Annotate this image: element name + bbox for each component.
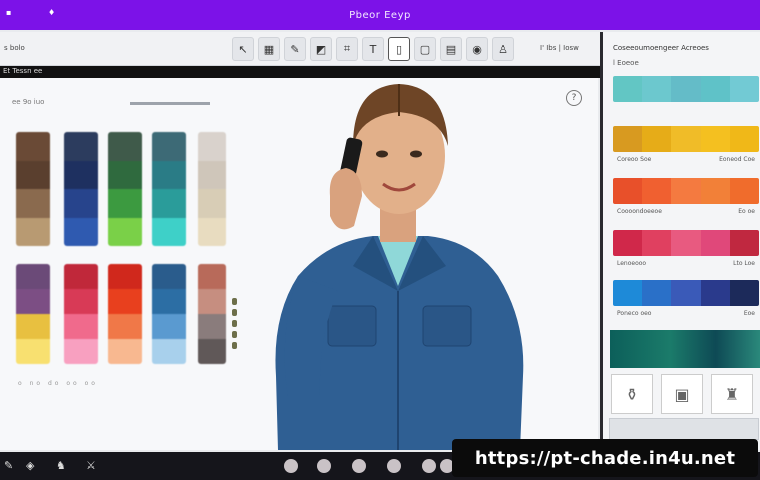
panel-header: Coseeoumoengeer Acreoes — [613, 44, 709, 52]
mini-swatch[interactable] — [232, 298, 237, 305]
toolbar-menu-text[interactable]: s bolo — [4, 44, 25, 52]
mini-swatch[interactable] — [232, 320, 237, 327]
crop-icon[interactable]: ⌗ — [336, 37, 358, 61]
color-swatch[interactable] — [64, 264, 98, 364]
shapes-icon[interactable]: ◈ — [26, 459, 34, 472]
palette-row[interactable] — [613, 76, 759, 102]
help-icon[interactable]: ? — [566, 90, 582, 106]
palette-label-left: Coreoo Soe — [617, 156, 652, 163]
window-pin-icon[interactable]: ♦ — [48, 9, 55, 17]
color-swatch[interactable] — [152, 132, 186, 246]
jar-icon[interactable]: ⚱ — [611, 374, 653, 414]
watermark-url: https://pt-chade.in4u.net — [452, 439, 758, 477]
canvas-header-text: ee 9o iuo — [12, 98, 45, 106]
panel-subheader: l Eoeoe — [613, 59, 639, 67]
rectangle-icon[interactable]: ▯ — [388, 37, 410, 61]
person-photo — [275, 84, 524, 450]
palette-label-left: Lenoeooo — [617, 260, 647, 267]
mini-swatch[interactable] — [232, 342, 237, 349]
palette-label-right: Lto Loe — [733, 260, 755, 267]
top-toolbar: s bolo ↖ ▦ ✎ ◩ ⌗ T ▯ ▢ ▤ ◉ ♙ I' Ibs | Io… — [0, 32, 600, 66]
document-tab-label[interactable]: Et Tessn ee — [3, 67, 42, 75]
palette-icon[interactable]: ◉ — [466, 37, 488, 61]
color-swatch[interactable] — [108, 264, 142, 364]
palette-label-right: Eoe — [743, 310, 755, 317]
text-icon[interactable]: T — [362, 37, 384, 61]
mini-swatch[interactable] — [232, 331, 237, 338]
window-menu-icon[interactable]: ▪ — [6, 9, 12, 17]
color-swatch[interactable] — [198, 264, 226, 364]
color-swatch[interactable] — [16, 264, 50, 364]
page-dot[interactable] — [284, 459, 298, 473]
canvas-footer-text: o no do oo oo — [18, 380, 98, 387]
palette-label-right: Eoneod Coe — [719, 156, 755, 163]
thumbnail-row: ⚱ ▣ ♜ — [611, 374, 753, 414]
palette-label: Coooondoeeoe Eo oe — [617, 208, 755, 215]
mini-swatch[interactable] — [232, 309, 237, 316]
palette-row[interactable] — [613, 126, 759, 152]
frame-icon[interactable]: ▢ — [414, 37, 436, 61]
brush-icon[interactable]: ✎ — [284, 37, 306, 61]
page-dot[interactable] — [317, 459, 331, 473]
window-title: Pbeor Eeyp — [349, 9, 411, 21]
panel-footer[interactable] — [609, 418, 759, 440]
knife-icon[interactable]: ⚔ — [86, 459, 96, 472]
image-preview[interactable] — [610, 330, 760, 368]
palette-label-left: Poneco oeo — [617, 310, 652, 317]
mini-swatch-column — [232, 298, 240, 349]
toolbar-right-text[interactable]: I' Ibs | Iosw — [540, 44, 579, 52]
app-window: ▪ ♦ Pbeor Eeyp s bolo ↖ ▦ ✎ ◩ ⌗ T ▯ ▢ ▤ … — [0, 0, 760, 480]
cursor-icon[interactable]: ↖ — [232, 37, 254, 61]
color-swatch[interactable] — [152, 264, 186, 364]
title-bar: ▪ ♦ Pbeor Eeyp — [0, 0, 760, 30]
palette-row[interactable] — [613, 280, 759, 306]
palette-panel: Coseeoumoengeer Acreoes l Eoeoe Coreoo S… — [600, 32, 760, 450]
palette-label: Coreoo Soe Eoneod Coe — [617, 156, 755, 163]
palette-label-right: Eo oe — [738, 208, 755, 215]
camera-icon[interactable]: ◩ — [310, 37, 332, 61]
canvas-header-line — [130, 102, 210, 105]
bottle-icon[interactable]: ♜ — [711, 374, 753, 414]
bag-icon[interactable]: ▣ — [661, 374, 703, 414]
color-swatch[interactable] — [64, 132, 98, 246]
layers-icon[interactable]: ▤ — [440, 37, 462, 61]
palette-label: Poneco oeo Eoe — [617, 310, 755, 317]
color-swatch[interactable] — [108, 132, 142, 246]
palette-row[interactable] — [613, 178, 759, 204]
color-swatch[interactable] — [198, 132, 226, 246]
user-icon[interactable]: ♙ — [492, 37, 514, 61]
image-icon[interactable]: ▦ — [258, 37, 280, 61]
pen-icon[interactable]: ✎ — [4, 459, 13, 472]
palette-label: Lenoeooo Lto Loe — [617, 260, 755, 267]
page-dot[interactable] — [387, 459, 401, 473]
color-swatch[interactable] — [16, 132, 50, 246]
figure-icon[interactable]: ♞ — [56, 459, 66, 472]
tool-group: ↖ ▦ ✎ ◩ ⌗ T ▯ ▢ ▤ ◉ ♙ — [232, 37, 514, 61]
page-dot[interactable] — [422, 459, 436, 473]
page-dot[interactable] — [352, 459, 366, 473]
palette-row[interactable] — [613, 230, 759, 256]
palette-label-left: Coooondoeeoe — [617, 208, 662, 215]
